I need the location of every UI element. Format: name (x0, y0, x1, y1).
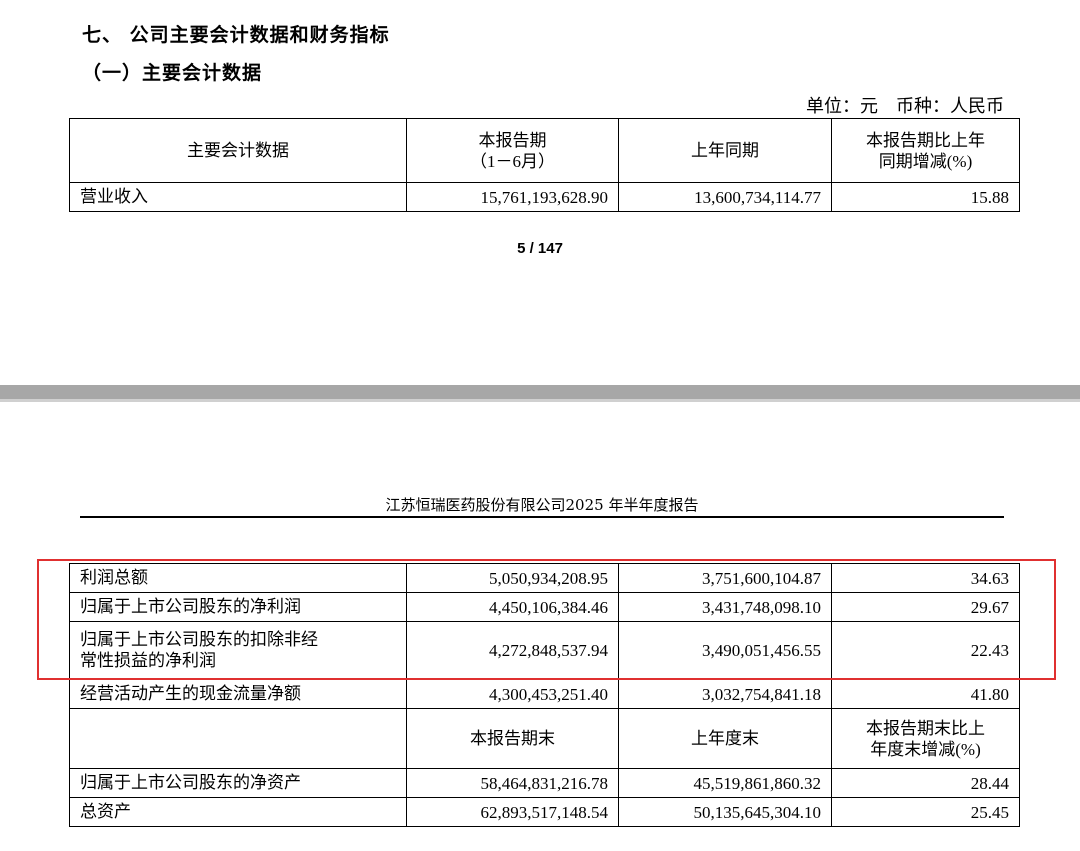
report-header-title: 江苏恒瑞医药股份有限公司2025 年半年度报告 (385, 496, 699, 514)
row-change: 28.44 (831, 768, 1020, 798)
row-prior: 50,135,645,304.10 (618, 797, 832, 827)
row-current: 62,893,517,148.54 (406, 797, 619, 827)
table-subheader-row: 本报告期末 上年度末 本报告期末比上 年度末增减(%) (69, 708, 1020, 769)
row-current: 4,300,453,251.40 (406, 679, 619, 709)
row-prior: 13,600,734,114.77 (618, 182, 832, 212)
header-current-line1: 本报告期 (478, 130, 547, 150)
row-current: 58,464,831,216.78 (406, 768, 619, 798)
header-main-data: 主要会计数据 (69, 118, 407, 183)
table-row: 经营活动产生的现金流量净额 4,300,453,251.40 3,032,754… (69, 679, 1020, 709)
header-change: 本报告期比上年 同期增减(%) (831, 118, 1020, 183)
row-label: 总资产 (69, 797, 407, 827)
subheader-change-line1: 本报告期末比上 (866, 718, 985, 738)
subheader-period-end: 本报告期末 (406, 708, 619, 769)
table-row: 归属于上市公司股东的净资产 58,464,831,216.78 45,519,8… (69, 768, 1020, 798)
unit-currency-line: 单位：元 币种：人民币 (806, 96, 1004, 117)
row-prior: 3,032,754,841.18 (618, 679, 832, 709)
page-number: 5 / 147 (517, 240, 563, 257)
header-current-period: 本报告期 （1－6月） (406, 118, 619, 183)
table-header-row: 主要会计数据 本报告期 （1－6月） 上年同期 本报告期比上年 同期增减(%) (69, 118, 1020, 183)
row-label: 经营活动产生的现金流量净额 (69, 679, 407, 709)
row-change: 15.88 (831, 182, 1020, 212)
header-change-line2: 同期增减(%) (878, 151, 973, 171)
row-prior: 45,519,861,860.32 (618, 768, 832, 798)
header-prior-period: 上年同期 (618, 118, 832, 183)
row-label: 归属于上市公司股东的净资产 (69, 768, 407, 798)
header-current-line2: （1－6月） (470, 151, 555, 171)
accounting-data-table-top: 主要会计数据 本报告期 （1－6月） 上年同期 本报告期比上年 同期增减(%) … (69, 118, 1020, 212)
subheader-blank (69, 708, 407, 769)
subheader-change-line2: 年度末增减(%) (870, 739, 981, 759)
subheader-prior-year-end: 上年度末 (618, 708, 832, 769)
section-subheading: （一）主要会计数据 (82, 62, 263, 84)
header-rule (80, 516, 1004, 518)
row-current: 15,761,193,628.90 (406, 182, 619, 212)
row-change: 41.80 (831, 679, 1020, 709)
row-change: 25.45 (831, 797, 1020, 827)
page-divider (0, 385, 1080, 402)
section-heading: 七、 公司主要会计数据和财务指标 (82, 24, 390, 46)
table-row: 总资产 62,893,517,148.54 50,135,645,304.10 … (69, 797, 1020, 827)
row-label: 营业收入 (69, 182, 407, 212)
header-change-line1: 本报告期比上年 (866, 130, 985, 150)
subheader-change: 本报告期末比上 年度末增减(%) (831, 708, 1020, 769)
highlight-box (37, 559, 1056, 680)
table-row: 营业收入 15,761,193,628.90 13,600,734,114.77… (69, 182, 1020, 212)
